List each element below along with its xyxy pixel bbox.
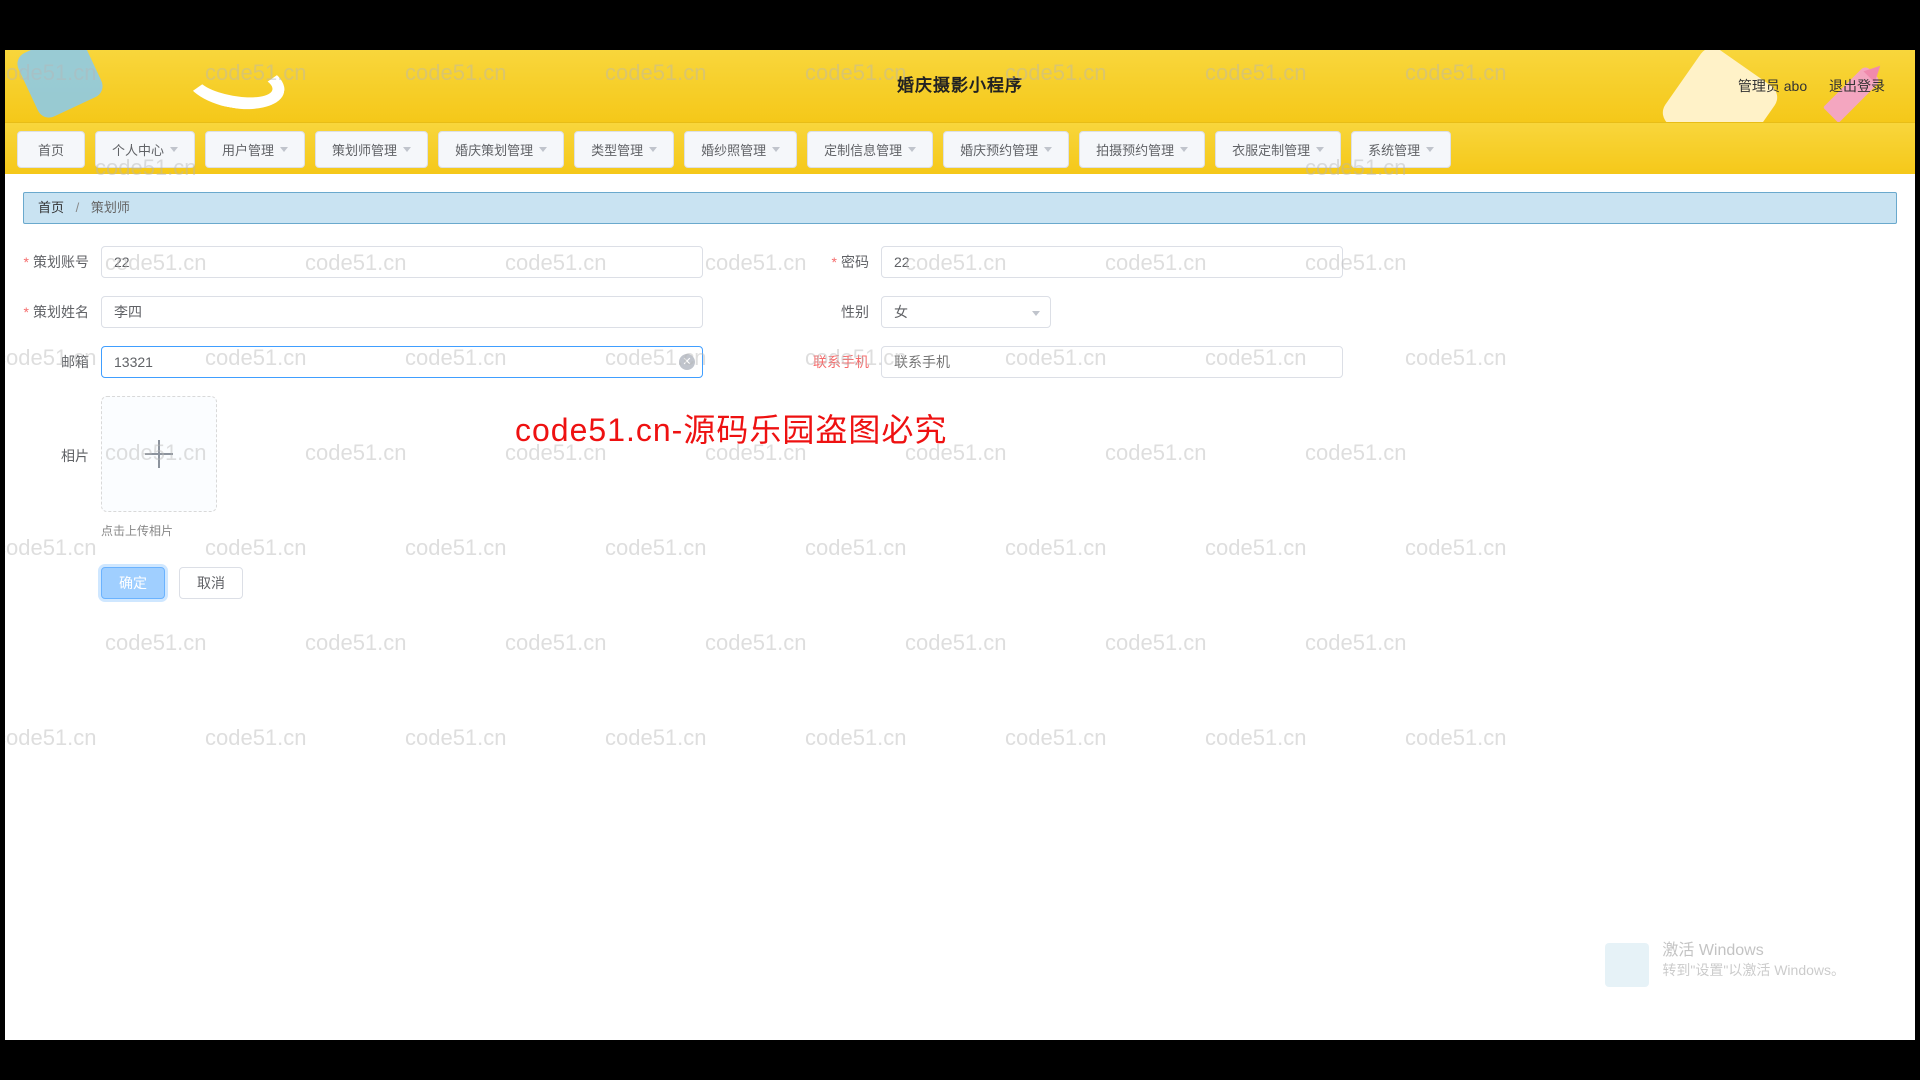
nav-label: 个人中心 <box>112 140 164 159</box>
account-label: 策划账号 <box>23 252 101 272</box>
account-input[interactable] <box>101 246 703 278</box>
nav-shoot-reserve-manage[interactable]: 拍摄预约管理 <box>1079 131 1205 168</box>
page-title: 婚庆摄影小程序 <box>5 50 1915 122</box>
phone-label: 联系手机 <box>803 352 881 372</box>
gender-label: 性别 <box>803 302 881 322</box>
gender-value: 女 <box>894 302 908 322</box>
nav-label: 定制信息管理 <box>824 140 902 159</box>
nav-label: 类型管理 <box>591 140 643 159</box>
nav-user-manage[interactable]: 用户管理 <box>205 131 305 168</box>
phone-input[interactable] <box>881 346 1343 378</box>
email-input[interactable] <box>101 346 703 378</box>
upload-hint: 点击上传相片 <box>101 522 1897 539</box>
email-label: 邮箱 <box>23 352 101 372</box>
name-input[interactable] <box>101 296 703 328</box>
plus-icon <box>145 440 173 468</box>
planner-form: 策划账号 密码 策划姓名 性别 女 <box>23 246 1897 599</box>
nav-custom-info-manage[interactable]: 定制信息管理 <box>807 131 933 168</box>
bing-logo <box>1605 943 1655 990</box>
photo-label: 相片 <box>23 396 101 466</box>
windows-activation-notice: 激活 Windows 转到"设置"以激活 Windows。 <box>1662 936 1845 980</box>
password-input[interactable] <box>881 246 1343 278</box>
activation-title: 激活 Windows <box>1662 936 1845 960</box>
nav-dress-custom-manage[interactable]: 衣服定制管理 <box>1215 131 1341 168</box>
nav-home[interactable]: 首页 <box>17 131 85 168</box>
nav-type-manage[interactable]: 类型管理 <box>574 131 674 168</box>
name-label: 策划姓名 <box>23 302 101 322</box>
nav-system-manage[interactable]: 系统管理 <box>1351 131 1451 168</box>
chevron-down-icon <box>908 147 916 152</box>
chevron-down-icon <box>649 147 657 152</box>
nav-label: 衣服定制管理 <box>1232 140 1310 159</box>
nav-label: 用户管理 <box>222 140 274 159</box>
nav-label: 婚纱照管理 <box>701 140 766 159</box>
chevron-down-icon <box>403 147 411 152</box>
nav-label: 拍摄预约管理 <box>1096 140 1174 159</box>
nav-wedding-plan-manage[interactable]: 婚庆策划管理 <box>438 131 564 168</box>
confirm-button[interactable]: 确定 <box>101 567 165 599</box>
breadcrumb-home[interactable]: 首页 <box>38 200 64 215</box>
header: 婚庆摄影小程序 管理员 abo 退出登录 <box>5 50 1915 122</box>
nav-planner-manage[interactable]: 策划师管理 <box>315 131 428 168</box>
clear-icon[interactable]: ✕ <box>679 354 695 370</box>
breadcrumb-current: 策划师 <box>91 200 130 215</box>
breadcrumb: 首页 / 策划师 <box>23 192 1897 224</box>
chevron-down-icon <box>1316 147 1324 152</box>
chevron-down-icon <box>1032 311 1040 316</box>
logout-link[interactable]: 退出登录 <box>1829 78 1885 94</box>
breadcrumb-sep: / <box>76 200 80 215</box>
nav-label: 首页 <box>38 140 64 159</box>
password-label: 密码 <box>803 252 881 272</box>
activation-sub: 转到"设置"以激活 Windows。 <box>1662 960 1845 980</box>
admin-label[interactable]: 管理员 abo <box>1738 78 1807 94</box>
chevron-down-icon <box>1426 147 1434 152</box>
nav-label: 婚庆策划管理 <box>455 140 533 159</box>
chevron-down-icon <box>170 147 178 152</box>
chevron-down-icon <box>1044 147 1052 152</box>
nav-wedding-reserve-manage[interactable]: 婚庆预约管理 <box>943 131 1069 168</box>
chevron-down-icon <box>539 147 547 152</box>
nav-personal[interactable]: 个人中心 <box>95 131 195 168</box>
chevron-down-icon <box>1180 147 1188 152</box>
main-nav: 首页 个人中心 用户管理 策划师管理 婚庆策划管理 类型管理 婚纱照管理 定制信… <box>5 122 1915 174</box>
upload-photo-button[interactable] <box>101 396 217 512</box>
nav-photo-manage[interactable]: 婚纱照管理 <box>684 131 797 168</box>
chevron-down-icon <box>280 147 288 152</box>
cancel-button[interactable]: 取消 <box>179 567 243 599</box>
gender-select[interactable]: 女 <box>881 296 1051 328</box>
chevron-down-icon <box>772 147 780 152</box>
nav-label: 策划师管理 <box>332 140 397 159</box>
nav-label: 系统管理 <box>1368 140 1420 159</box>
nav-label: 婚庆预约管理 <box>960 140 1038 159</box>
